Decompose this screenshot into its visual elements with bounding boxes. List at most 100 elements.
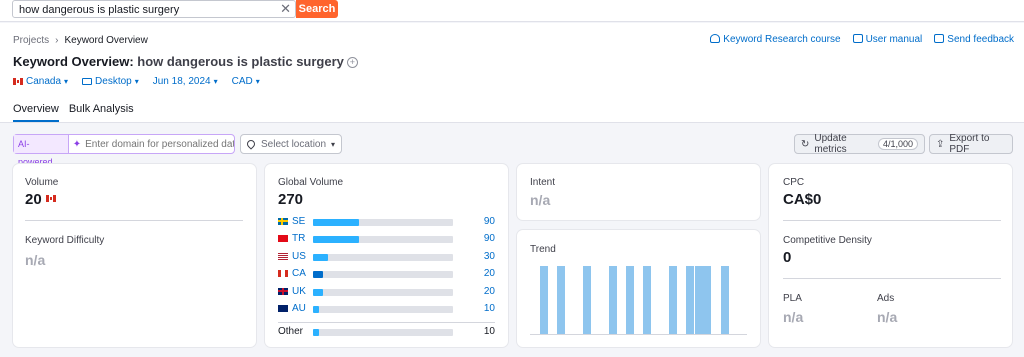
trend-bar [609, 266, 617, 334]
keyword-research-course-link[interactable]: Keyword Research course [710, 34, 841, 45]
location-pin-icon [245, 138, 257, 150]
help-links: Keyword Research course User manual Send… [710, 34, 1014, 45]
clear-icon[interactable]: ✕ [280, 1, 291, 17]
trend-bar [626, 266, 634, 334]
country-row-au[interactable]: AU 10 [278, 303, 498, 317]
global-volume-value: 270 [278, 191, 304, 208]
share-bar [313, 236, 359, 243]
share-bar [313, 289, 323, 296]
trend-bar [540, 266, 548, 334]
country-volume: 10 [483, 303, 495, 314]
ads-value: n/a [877, 309, 898, 325]
country-volume: 20 [483, 286, 495, 297]
chevron-down-icon: ▾ [213, 77, 218, 86]
trend-card: Trend [517, 230, 760, 347]
sparkle-icon: ✦ [72, 138, 82, 150]
country-code: AU [292, 303, 306, 314]
country-row-ca[interactable]: CA 20 [278, 268, 498, 282]
top-search-bar: ✕ Search [0, 0, 1024, 22]
trend-bar [669, 266, 677, 334]
country-row-us[interactable]: US 30 [278, 251, 498, 265]
country-code: US [292, 251, 306, 262]
tabs: Overview Bulk Analysis [13, 103, 134, 122]
volume-card: Volume 20 Keyword Difficulty n/a [13, 164, 256, 347]
volume-value: 20 [25, 191, 59, 208]
trend-bar [721, 266, 729, 334]
density-value: 0 [783, 249, 792, 266]
country-volume: 20 [483, 268, 495, 279]
desktop-icon [82, 78, 93, 85]
tab-bulk-analysis[interactable]: Bulk Analysis [69, 103, 134, 122]
divider [783, 278, 1001, 279]
uk-flag-icon [278, 288, 288, 295]
send-feedback-link[interactable]: Send feedback [934, 34, 1014, 45]
cpc-value: CA$0 [783, 191, 822, 208]
density-label: Competitive Density [783, 235, 872, 246]
export-icon: ⇪ [936, 138, 945, 150]
country-volume: 90 [483, 216, 495, 227]
location-select[interactable]: Select location ▾ [240, 134, 342, 154]
page-title: Keyword Overview: how dangerous is plast… [13, 54, 358, 69]
search-field[interactable]: ✕ [12, 0, 296, 18]
divider [278, 322, 495, 323]
chevron-down-icon: ▾ [134, 77, 139, 86]
pla-label: PLA [783, 293, 802, 304]
intent-card: Intent n/a [517, 164, 760, 220]
ai-domain-box: AI-powered ✦ [13, 134, 235, 167]
message-icon [934, 34, 945, 43]
share-bar-track [313, 254, 453, 261]
au-flag-icon [278, 305, 288, 312]
search-input[interactable] [19, 3, 274, 16]
country-row-tr[interactable]: TR 90 [278, 233, 498, 247]
date-select[interactable]: Jun 18, 2024 ▾ [153, 76, 218, 87]
search-button[interactable]: Search [296, 0, 338, 18]
country-code: SE [292, 216, 306, 227]
share-bar-track [313, 289, 453, 296]
pla-value: n/a [783, 309, 804, 325]
country-row-uk[interactable]: UK 20 [278, 286, 498, 300]
trend-bar [557, 266, 565, 334]
kd-label: Keyword Difficulty [25, 235, 105, 246]
user-manual-link[interactable]: User manual [852, 34, 922, 45]
cpc-label: CPC [783, 177, 805, 188]
device-select[interactable]: Desktop ▾ [82, 76, 139, 87]
country-volume: 30 [483, 251, 495, 262]
trend-bar [695, 266, 703, 334]
canada-flag-icon [13, 78, 23, 85]
volume-label: Volume [25, 177, 59, 188]
country-row-other: Other 10 [278, 326, 495, 337]
intent-label: Intent [530, 177, 556, 188]
chevron-down-icon: ▾ [330, 139, 335, 149]
trend-baseline [530, 334, 747, 335]
country-code: TR [292, 233, 306, 244]
tr-flag-icon [278, 235, 288, 242]
currency-select[interactable]: CAD ▾ [232, 76, 260, 87]
export-pdf-button[interactable]: ⇪ Export to PDF [929, 133, 1013, 155]
filters-row: Canada ▾ Desktop ▾ Jun 18, 2024 ▾ CAD ▾ [13, 76, 260, 87]
share-bar-track [313, 271, 453, 278]
domain-input[interactable] [85, 138, 234, 150]
update-metrics-button[interactable]: ↻ Update metrics 4/1,000 [794, 133, 925, 155]
title-keyword: how dangerous is plastic surgery [137, 54, 344, 69]
country-row-se[interactable]: SE 90 [278, 216, 498, 230]
ads-label: Ads [877, 293, 895, 304]
add-keyword-icon[interactable]: + [346, 57, 358, 68]
ca-flag-icon [278, 270, 288, 277]
share-bar [313, 306, 319, 313]
canada-flag-icon [45, 195, 56, 202]
graduation-cap-icon [710, 34, 721, 43]
ai-powered-badge: AI-powered [14, 135, 69, 167]
refresh-icon: ↻ [801, 138, 810, 150]
divider [25, 220, 243, 221]
country-select[interactable]: Canada ▾ [13, 76, 68, 87]
share-bar [313, 329, 319, 336]
chevron-down-icon: ▾ [255, 77, 260, 86]
breadcrumb-projects[interactable]: Projects [13, 35, 49, 46]
trend-bar [686, 266, 694, 334]
kd-value: n/a [25, 252, 46, 268]
tab-overview[interactable]: Overview [13, 103, 59, 122]
breadcrumb-current: Keyword Overview [64, 35, 148, 46]
book-icon [852, 34, 863, 43]
country-code: CA [292, 268, 306, 279]
share-bar [313, 219, 359, 226]
